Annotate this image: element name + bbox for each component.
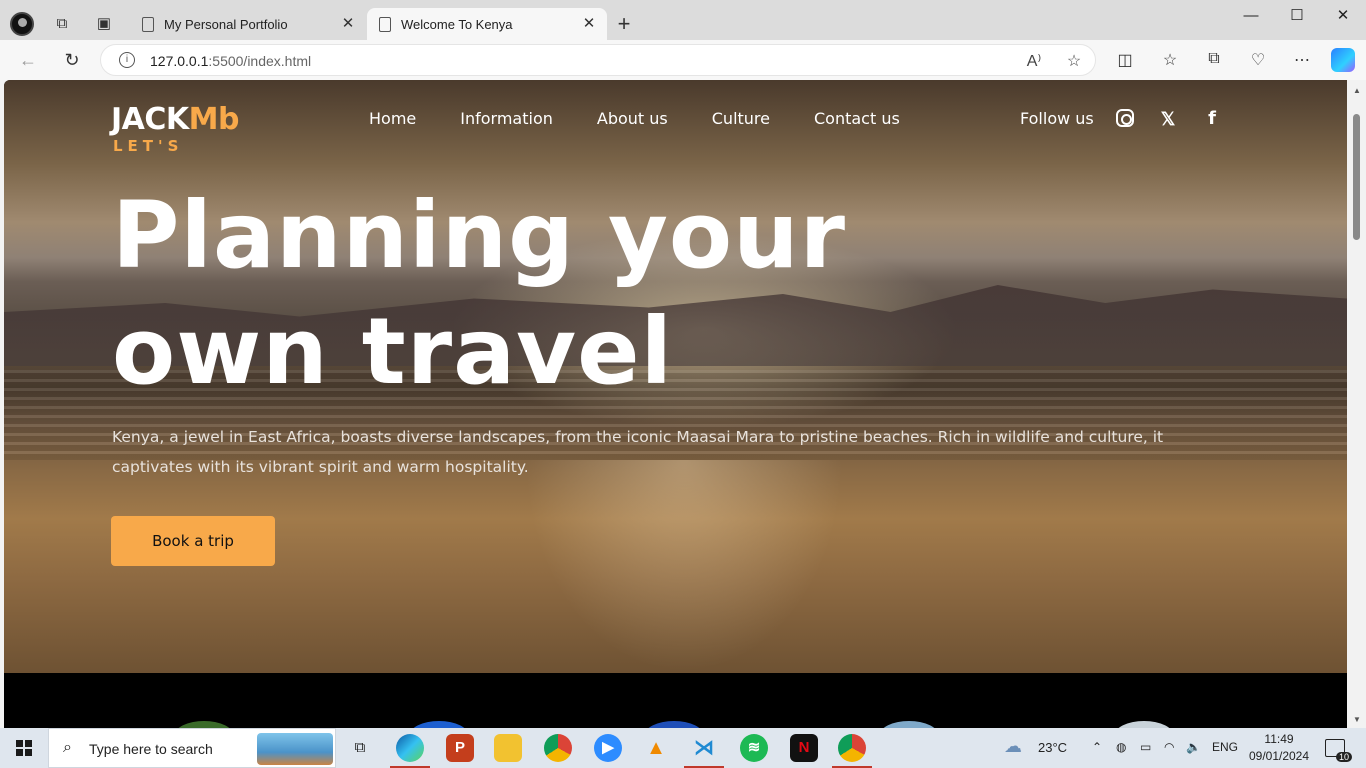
destinations-strip	[4, 673, 1347, 728]
windows-taskbar: ⌕ Type here to search ⧉ P ▶ ▲ ⋊ ≋ N ☁ 23…	[0, 728, 1366, 768]
site-info-icon[interactable]: i	[119, 52, 135, 68]
maximize-button[interactable]: ☐	[1274, 6, 1320, 30]
search-placeholder: Type here to search	[89, 741, 213, 757]
logo-part2: Mb	[188, 102, 240, 137]
netflix-icon[interactable]: N	[790, 734, 818, 762]
site-logo[interactable]: JACKMb LET'S	[111, 102, 239, 155]
search-highlight-image	[257, 733, 333, 765]
vscode-icon[interactable]: ⋊	[684, 734, 724, 768]
tab-title: My Personal Portfolio	[164, 17, 288, 32]
url-text[interactable]: 127.0.0.1:5500/index.html	[150, 53, 311, 69]
file-explorer-icon[interactable]	[494, 734, 522, 762]
update-icon[interactable]: ◍	[1116, 740, 1126, 754]
destination-thumb[interactable]	[174, 721, 234, 728]
destination-thumb[interactable]	[644, 721, 704, 728]
windows-start-icon[interactable]	[16, 740, 32, 756]
hero-section: JACKMb LET'S Home Information About us C…	[4, 80, 1347, 673]
favorite-star-icon[interactable]: ☆	[1063, 51, 1085, 71]
chrome-profile-icon[interactable]	[832, 734, 872, 768]
hero-headline: Planning your own travel	[112, 178, 1012, 410]
page-icon	[379, 17, 391, 32]
hero-description: Kenya, a jewel in East Africa, boasts di…	[112, 428, 1164, 476]
more-menu-icon[interactable]: ⋯	[1290, 50, 1314, 70]
nav-home[interactable]: Home	[369, 109, 416, 128]
x-icon[interactable]: 𝕏	[1158, 109, 1178, 129]
hero-reflection	[524, 460, 844, 673]
split-screen-icon[interactable]: ◫	[1113, 50, 1137, 70]
main-nav: Home Information About us Culture Contac…	[369, 109, 900, 128]
headline-line-2: own travel	[112, 298, 674, 405]
edge-icon[interactable]	[390, 734, 430, 768]
facebook-icon[interactable]: f	[1202, 109, 1222, 129]
notification-icon[interactable]: 10	[1325, 739, 1352, 762]
powerpoint-icon[interactable]: P	[446, 734, 474, 762]
close-tab-icon[interactable]: ✕	[338, 14, 358, 32]
profile-avatar[interactable]	[10, 12, 34, 36]
task-view-icon[interactable]: ⧉	[346, 734, 374, 762]
clock[interactable]: 11:49 09/01/2024	[1244, 731, 1314, 765]
book-trip-button[interactable]: Book a trip	[111, 516, 275, 566]
refresh-button[interactable]: ↻	[58, 48, 86, 72]
scroll-down-icon[interactable]: ▼	[1353, 715, 1361, 724]
clock-time: 11:49	[1264, 732, 1294, 746]
battery-icon[interactable]: ▭	[1140, 740, 1151, 754]
search-icon: ⌕	[63, 739, 72, 756]
page-icon	[142, 17, 154, 32]
tray-chevron-icon[interactable]: ⌃	[1092, 740, 1102, 754]
page-scrollbar[interactable]: ▲ ▼	[1347, 80, 1366, 728]
copilot-icon[interactable]	[1331, 48, 1355, 72]
favorites-icon[interactable]: ☆	[1158, 50, 1182, 70]
spotify-icon[interactable]: ≋	[740, 734, 768, 762]
nav-information[interactable]: Information	[460, 109, 553, 128]
new-tab-button[interactable]: +	[612, 12, 636, 36]
language-indicator[interactable]: ENG	[1212, 740, 1238, 754]
weather-icon[interactable]: ☁	[1004, 736, 1022, 757]
minimize-button[interactable]: —	[1228, 6, 1274, 30]
url-path: :5500/index.html	[208, 53, 312, 69]
close-window-button[interactable]: ✕	[1320, 6, 1366, 30]
nav-about-us[interactable]: About us	[597, 109, 668, 128]
read-aloud-icon[interactable]: A⁾	[1023, 51, 1045, 71]
address-bar[interactable]: i 127.0.0.1:5500/index.html A⁾ ☆	[100, 44, 1096, 76]
logo-part1: JACK	[111, 102, 189, 137]
collections-icon[interactable]: ⧉	[1202, 50, 1226, 68]
weather-temp[interactable]: 23°C	[1038, 740, 1067, 755]
clock-date: 09/01/2024	[1248, 749, 1310, 763]
taskbar-search[interactable]: ⌕ Type here to search	[48, 728, 336, 768]
nav-contact-us[interactable]: Contact us	[814, 109, 900, 128]
nav-culture[interactable]: Culture	[712, 109, 770, 128]
logo-tagline: LET'S	[113, 137, 184, 155]
destination-thumb[interactable]	[879, 721, 939, 728]
workspaces-icon[interactable]: ⧉	[50, 12, 74, 36]
volume-icon[interactable]: 🔈	[1186, 740, 1201, 754]
destination-thumb[interactable]	[409, 721, 469, 728]
wifi-icon[interactable]: ◠	[1164, 740, 1174, 754]
page-viewport: JACKMb LET'S Home Information About us C…	[4, 80, 1347, 728]
close-tab-icon[interactable]: ✕	[579, 14, 599, 32]
back-button[interactable]: ←	[14, 48, 42, 72]
destination-thumb[interactable]	[1114, 721, 1174, 728]
url-host: 127.0.0.1	[150, 53, 209, 69]
zoom-icon[interactable]: ▶	[594, 734, 622, 762]
scroll-up-icon[interactable]: ▲	[1353, 86, 1361, 95]
performance-icon[interactable]: ♡	[1246, 50, 1270, 70]
tab-title: Welcome To Kenya	[401, 17, 513, 32]
tab-portfolio[interactable]: My Personal Portfolio ✕	[130, 8, 366, 42]
tab-actions-icon[interactable]: ▣	[92, 12, 116, 36]
vlc-icon[interactable]: ▲	[642, 734, 670, 762]
chrome-icon[interactable]	[544, 734, 572, 762]
follow-us-label: Follow us	[1020, 109, 1094, 128]
headline-line-1: Planning your	[112, 182, 846, 289]
notification-count: 10	[1335, 752, 1352, 762]
browser-toolbar: ← ↻ i 127.0.0.1:5500/index.html A⁾ ☆ ◫ ☆…	[0, 40, 1366, 80]
scroll-thumb[interactable]	[1353, 114, 1360, 240]
instagram-icon[interactable]	[1116, 109, 1134, 127]
